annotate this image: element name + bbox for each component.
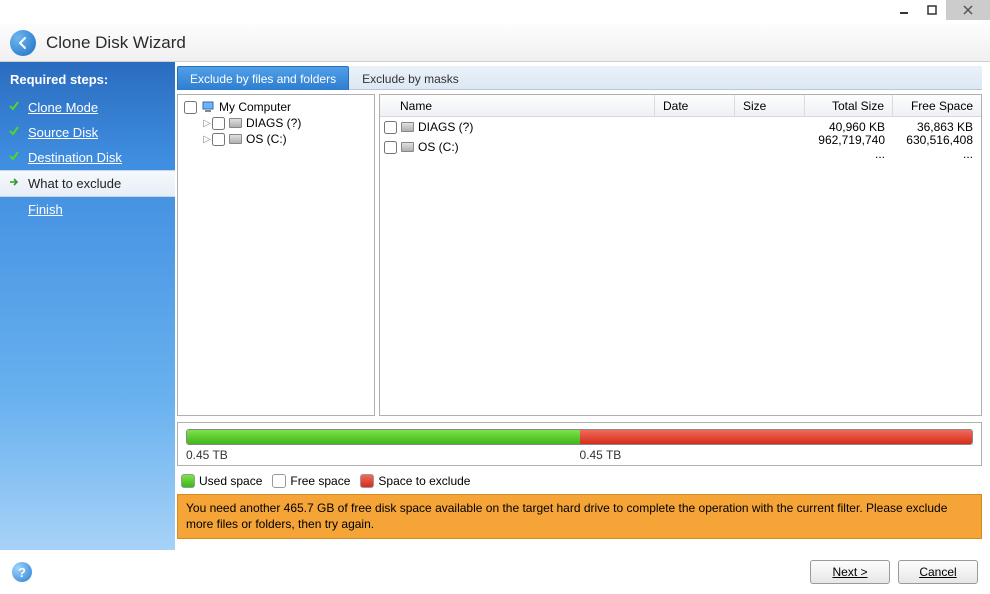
- tree-root-row[interactable]: My Computer: [184, 99, 368, 115]
- titlebar: [0, 0, 990, 24]
- step-finish[interactable]: Finish: [0, 197, 175, 222]
- footer: ? Next > Cancel: [0, 550, 990, 594]
- col-total[interactable]: Total Size: [805, 95, 893, 116]
- swatch-exclude: [360, 474, 374, 488]
- step-label: Finish: [28, 202, 63, 217]
- tab-exclude-files[interactable]: Exclude by files and folders: [177, 66, 349, 90]
- back-button[interactable]: [10, 30, 36, 56]
- legend-used: Used space: [199, 474, 262, 488]
- tree-checkbox[interactable]: [184, 101, 197, 114]
- help-button[interactable]: ?: [12, 562, 32, 582]
- sidebar: Required steps: Clone Mode Source Disk D…: [0, 62, 175, 550]
- col-free[interactable]: Free Space: [893, 95, 981, 116]
- col-name[interactable]: Name: [380, 95, 655, 116]
- col-size[interactable]: Size: [735, 95, 805, 116]
- row-name: DIAGS (?): [418, 120, 473, 134]
- row-free: 630,516,408 ...: [893, 133, 981, 161]
- disk-icon: [401, 122, 414, 132]
- swatch-used: [181, 474, 195, 488]
- tree-item-label: OS (C:): [246, 132, 287, 146]
- close-button[interactable]: [946, 0, 990, 20]
- arrow-icon: [8, 176, 22, 191]
- list-pane: Name Date Size Total Size Free Space DIA…: [379, 94, 982, 416]
- tree-checkbox[interactable]: [212, 133, 225, 146]
- next-button[interactable]: Next >: [810, 560, 890, 584]
- check-icon: [8, 150, 22, 165]
- row-checkbox[interactable]: [384, 141, 397, 154]
- step-label: Destination Disk: [28, 150, 122, 165]
- expand-icon[interactable]: ▷: [202, 118, 212, 129]
- legend-free: Free space: [290, 474, 350, 488]
- step-destination-disk[interactable]: Destination Disk: [0, 145, 175, 170]
- legend-exclude: Space to exclude: [378, 474, 470, 488]
- step-source-disk[interactable]: Source Disk: [0, 120, 175, 145]
- step-label: Source Disk: [28, 125, 98, 140]
- tree-checkbox[interactable]: [212, 117, 225, 130]
- tab-exclude-masks[interactable]: Exclude by masks: [349, 66, 472, 90]
- page-title: Clone Disk Wizard: [46, 33, 186, 53]
- step-what-to-exclude[interactable]: What to exclude: [0, 170, 175, 197]
- tree-root-label: My Computer: [219, 100, 291, 114]
- tree-item-diags[interactable]: ▷ DIAGS (?): [184, 115, 368, 131]
- swatch-free: [272, 474, 286, 488]
- row-checkbox[interactable]: [384, 121, 397, 134]
- step-clone-mode[interactable]: Clone Mode: [0, 95, 175, 120]
- row-name: OS (C:): [418, 140, 459, 154]
- disk-icon: [229, 134, 242, 144]
- space-bar: 0.45 TB 0.45 TB: [177, 422, 982, 466]
- sidebar-heading: Required steps:: [0, 68, 175, 95]
- content: Exclude by files and folders Exclude by …: [175, 62, 990, 550]
- bar-used-label: 0.45 TB: [186, 448, 580, 462]
- step-label: What to exclude: [28, 176, 121, 191]
- expand-icon[interactable]: ▷: [202, 134, 212, 145]
- disk-icon: [229, 118, 242, 128]
- row-total: 962,719,740 ...: [805, 133, 893, 161]
- row-free: 36,863 KB: [893, 120, 981, 134]
- step-label: Clone Mode: [28, 100, 98, 115]
- tabs: Exclude by files and folders Exclude by …: [177, 66, 982, 90]
- check-icon: [8, 100, 22, 115]
- maximize-button[interactable]: [918, 0, 946, 20]
- bar-exclude-label: 0.45 TB: [580, 448, 622, 462]
- disk-icon: [401, 142, 414, 152]
- bar-used-segment: [187, 430, 580, 444]
- list-header: Name Date Size Total Size Free Space: [380, 95, 981, 117]
- cancel-button[interactable]: Cancel: [898, 560, 978, 584]
- tree-pane: My Computer ▷ DIAGS (?) ▷ OS (C:): [177, 94, 375, 416]
- row-total: 40,960 KB: [805, 120, 893, 134]
- list-row[interactable]: OS (C:) 962,719,740 ... 630,516,408 ...: [380, 137, 981, 157]
- check-icon: [8, 125, 22, 140]
- legend: Used space Free space Space to exclude: [177, 466, 982, 494]
- tree-item-label: DIAGS (?): [246, 116, 301, 130]
- computer-icon: [201, 100, 215, 114]
- header: Clone Disk Wizard: [0, 24, 990, 62]
- minimize-button[interactable]: [890, 0, 918, 20]
- bar-exclude-segment: [580, 430, 973, 444]
- col-date[interactable]: Date: [655, 95, 735, 116]
- warning-message: You need another 465.7 GB of free disk s…: [177, 494, 982, 539]
- tree-item-os[interactable]: ▷ OS (C:): [184, 131, 368, 147]
